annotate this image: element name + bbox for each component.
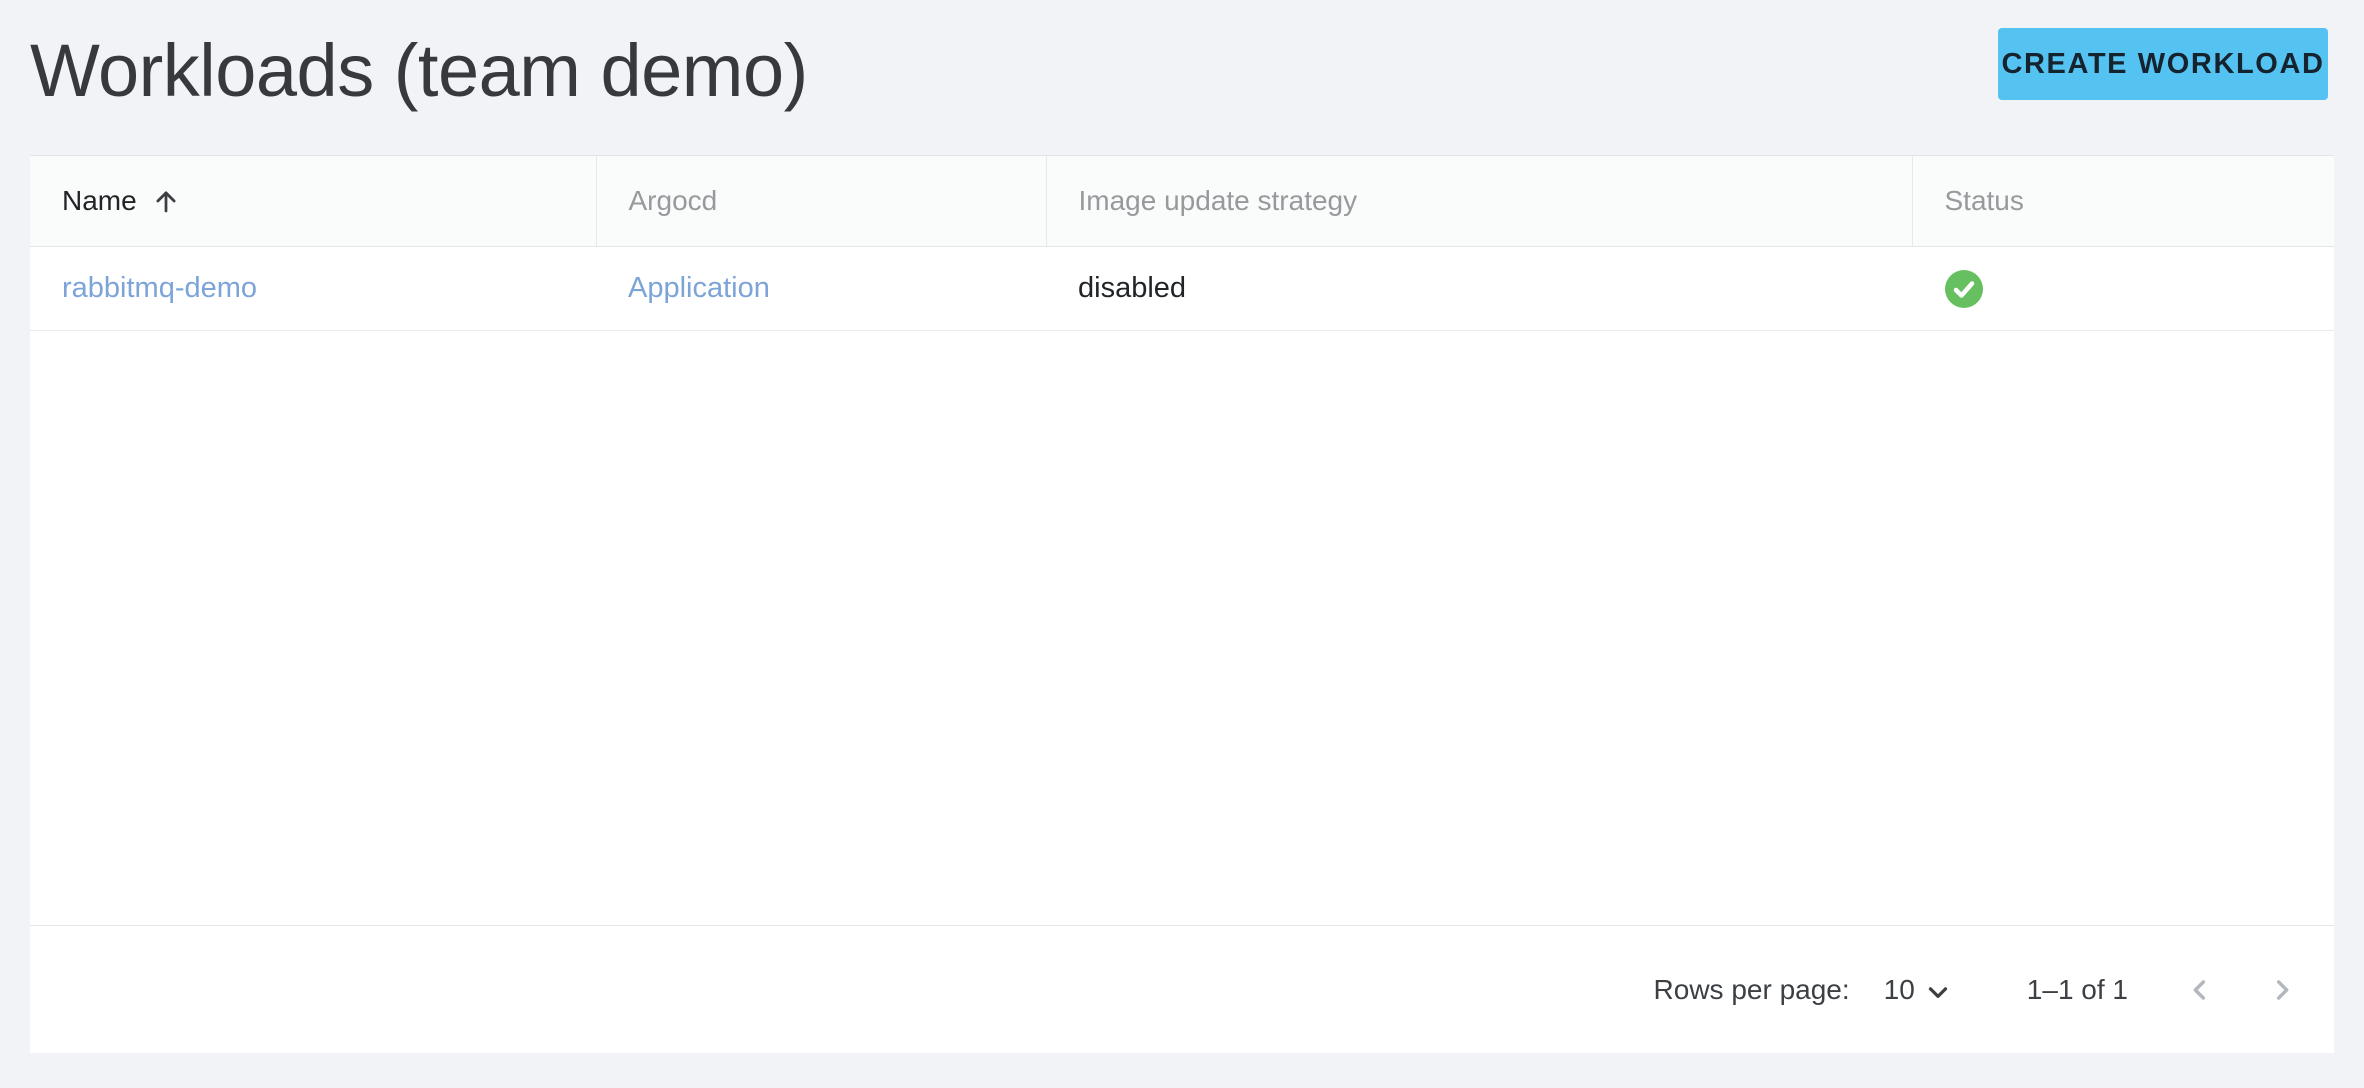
column-header-name-label: Name xyxy=(62,185,137,217)
table-empty-area xyxy=(30,331,2334,925)
column-header-name[interactable]: Name xyxy=(30,156,596,247)
create-workload-button[interactable]: CREATE WORKLOAD xyxy=(1998,28,2328,100)
cell-name: rabbitmq-demo xyxy=(30,247,596,331)
cell-status xyxy=(1912,247,2334,331)
chevron-down-icon xyxy=(1923,973,1953,1007)
column-header-argocd-label: Argocd xyxy=(629,185,718,216)
table-header-row: Name Argocd Image xyxy=(30,156,2334,247)
table-pagination: Rows per page: 10 1–1 of 1 xyxy=(30,925,2334,1053)
workload-name-link[interactable]: rabbitmq-demo xyxy=(62,272,257,304)
column-header-image-update-strategy: Image update strategy xyxy=(1046,156,1912,247)
workloads-page: Workloads (team demo) CREATE WORKLOAD Na… xyxy=(0,0,2364,1088)
rows-per-page-value: 10 xyxy=(1884,974,1915,1006)
previous-page-button[interactable] xyxy=(2176,966,2224,1014)
page-title: Workloads (team demo) xyxy=(30,28,808,113)
arrow-upward-icon xyxy=(151,186,181,216)
column-header-status: Status xyxy=(1912,156,2334,247)
cell-argocd: Application xyxy=(596,247,1046,331)
cell-image-update-strategy: disabled xyxy=(1046,247,1912,331)
chevron-left-icon xyxy=(2184,974,2216,1006)
next-page-button[interactable] xyxy=(2258,966,2306,1014)
chevron-right-icon xyxy=(2266,974,2298,1006)
column-header-argocd: Argocd xyxy=(596,156,1046,247)
workloads-table-card: Name Argocd Image xyxy=(30,155,2334,1053)
check-circle-icon xyxy=(1944,269,1984,309)
argocd-application-link[interactable]: Application xyxy=(628,272,770,304)
rows-per-page-label: Rows per page: xyxy=(1654,974,1850,1006)
pagination-range-label: 1–1 of 1 xyxy=(2027,974,2128,1006)
workloads-table: Name Argocd Image xyxy=(30,155,2334,331)
column-header-image-update-strategy-label: Image update strategy xyxy=(1079,185,1358,216)
rows-per-page-select[interactable]: 10 xyxy=(1884,973,1953,1007)
column-header-status-label: Status xyxy=(1945,185,2024,216)
table-row: rabbitmq-demo Application disabled xyxy=(30,247,2334,331)
